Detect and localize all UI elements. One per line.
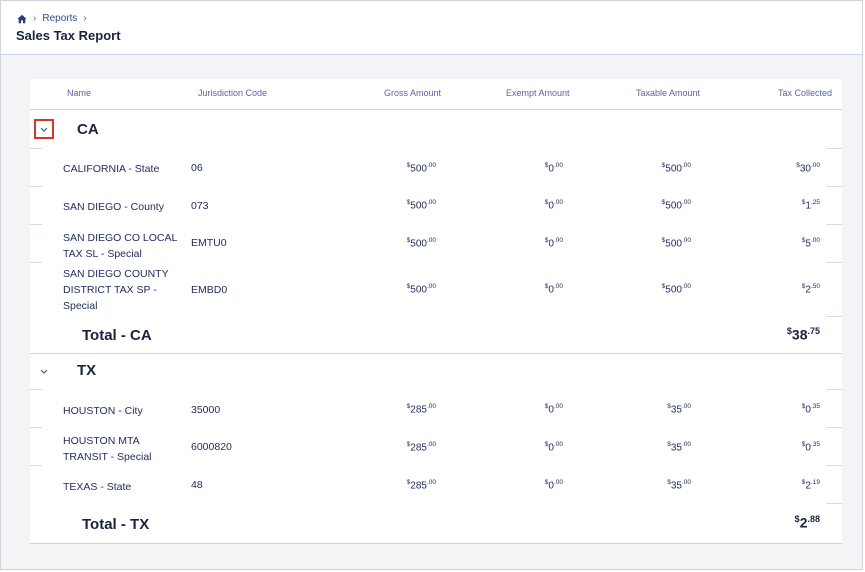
chevron-right-icon: › — [83, 13, 87, 24]
row-name: SAN DIEGO COUNTY DISTRICT TAX SP - Speci… — [63, 268, 169, 312]
tax-collected: $2.50 — [801, 283, 820, 296]
tax-collected: $5.00 — [801, 237, 820, 250]
row-tick — [826, 427, 842, 428]
tax-collected: $0.35 — [801, 441, 820, 454]
row-tick — [826, 224, 842, 225]
row-name: SAN DIEGO - County — [63, 201, 164, 213]
gross-amount: $285.00 — [406, 441, 436, 454]
gross-amount: $500.00 — [406, 283, 436, 296]
taxable-amount: $500.00 — [661, 199, 691, 212]
row-tick — [826, 262, 842, 263]
taxable-amount: $500.00 — [661, 237, 691, 250]
breadcrumb-reports[interactable]: Reports — [42, 13, 77, 24]
chevron-right-icon: › — [33, 13, 37, 24]
exempt-amount: $0.00 — [544, 403, 563, 416]
gross-amount: $285.00 — [406, 479, 436, 492]
group-divider — [30, 353, 842, 354]
exempt-amount: $0.00 — [544, 162, 563, 175]
tax-collected: $30.00 — [796, 162, 820, 175]
chevron-down-icon — [40, 127, 48, 132]
column-header-tax-collected[interactable]: Tax Collected — [778, 88, 832, 98]
row-tick — [826, 148, 842, 149]
group-label-tx: TX — [77, 362, 97, 379]
home-icon[interactable] — [17, 14, 27, 24]
exempt-amount: $0.00 — [544, 441, 563, 454]
column-header-taxable-amount[interactable]: Taxable Amount — [636, 88, 700, 98]
row-name: SAN DIEGO CO LOCAL TAX SL - Special — [63, 232, 177, 260]
gross-amount: $500.00 — [406, 199, 436, 212]
row-code: 06 — [191, 162, 203, 174]
taxable-amount: $35.00 — [667, 403, 691, 416]
taxable-amount: $500.00 — [661, 162, 691, 175]
row-code: 48 — [191, 479, 203, 491]
row-tick — [30, 389, 42, 390]
row-name: TEXAS - State — [63, 481, 132, 493]
collapse-toggle-ca[interactable] — [34, 119, 54, 139]
gross-amount: $500.00 — [406, 162, 436, 175]
collapse-toggle-tx[interactable] — [34, 361, 54, 381]
group-label-ca: CA — [77, 121, 99, 138]
row-tick — [30, 186, 42, 187]
breadcrumb: › Reports › — [17, 13, 93, 24]
row-tick — [826, 503, 842, 504]
tax-collected: $2.19 — [801, 479, 820, 492]
row-tick — [30, 148, 42, 149]
row-code: 6000820 — [191, 441, 232, 453]
page-header: › Reports › Sales Tax Report — [1, 1, 862, 55]
page-title: Sales Tax Report — [16, 28, 121, 43]
chevron-down-icon — [40, 369, 48, 374]
row-tick — [30, 224, 42, 225]
row-name: HOUSTON - City — [63, 405, 143, 417]
exempt-amount: $0.00 — [544, 479, 563, 492]
taxable-amount: $500.00 — [661, 283, 691, 296]
row-name: CALIFORNIA - State — [63, 163, 160, 175]
tax-collected: $0.35 — [801, 403, 820, 416]
tax-collected: $1.25 — [801, 199, 820, 212]
row-tick — [826, 389, 842, 390]
row-tick — [30, 465, 42, 466]
total-label-tx: Total - TX — [82, 516, 150, 533]
taxable-amount: $35.00 — [667, 479, 691, 492]
row-name: HOUSTON MTA TRANSIT - Special — [63, 435, 152, 463]
header-divider — [30, 109, 842, 110]
row-tick — [826, 465, 842, 466]
taxable-amount: $35.00 — [667, 441, 691, 454]
total-value-tx: $2.88 — [794, 514, 820, 531]
total-label-ca: Total - CA — [82, 327, 152, 344]
gross-amount: $285.00 — [406, 403, 436, 416]
row-code: 35000 — [191, 404, 221, 416]
row-tick — [826, 186, 842, 187]
gross-amount: $500.00 — [406, 237, 436, 250]
exempt-amount: $0.00 — [544, 237, 563, 250]
column-header-exempt-amount[interactable]: Exempt Amount — [506, 88, 570, 98]
row-tick — [30, 262, 42, 263]
column-header-jurisdiction-code[interactable]: Jurisdiction Code — [198, 88, 267, 98]
column-header-name[interactable]: Name — [67, 88, 91, 98]
row-code: EMTU0 — [191, 237, 227, 249]
column-header-gross-amount[interactable]: Gross Amount — [384, 88, 441, 98]
row-code: 073 — [191, 200, 209, 212]
row-tick — [826, 316, 842, 317]
row-code: EMBD0 — [191, 284, 228, 296]
row-tick — [30, 427, 42, 428]
exempt-amount: $0.00 — [544, 199, 563, 212]
exempt-amount: $0.00 — [544, 283, 563, 296]
total-value-ca: $38.75 — [786, 326, 820, 343]
